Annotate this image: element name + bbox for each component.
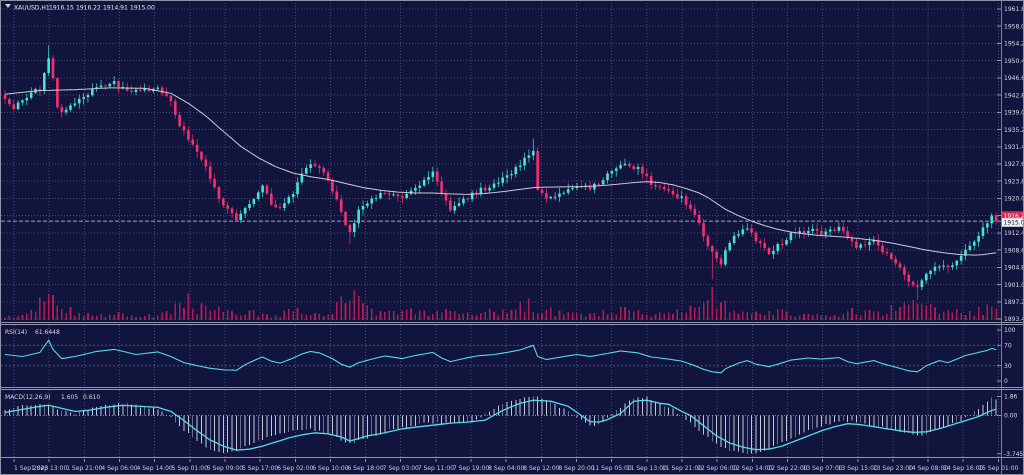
macd-axis-label: 1.86 (1004, 394, 1018, 401)
price-axis-label: 1954.20 (1004, 41, 1024, 48)
price-axis-label: 1923.80 (1004, 178, 1024, 185)
time-label: 5 Sep 17:00 (242, 465, 278, 472)
time-label: 8 Sep 12:00 (523, 465, 559, 472)
rsi-axis-label: 100 (1004, 327, 1016, 334)
price-axis-label: 1942.80 (1004, 92, 1024, 99)
time-label: 1 Sep 21:00 (66, 465, 102, 472)
price-axis-label: 1935.20 (1004, 127, 1024, 134)
time-label: 15 Sep 01:00 (978, 465, 1018, 472)
chart-symbol-period: XAUUSD,H1 (14, 5, 50, 12)
rsi-label: RSI(14) (5, 329, 27, 336)
macd-label: MACD(12,26,9) (5, 394, 51, 401)
time-label: 5 Sep 01:00 (172, 465, 208, 472)
price-axis-label: 1897.20 (1004, 299, 1024, 306)
time-label: 8 Sep 04:00 (488, 465, 524, 472)
price-axis-label: 1958.00 (1004, 23, 1024, 30)
macd-indicator-panel[interactable]: 1.860.00-3.745MACD(12,26,9)1.6050.610 (1, 390, 1024, 457)
price-axis-label: 1946.60 (1004, 75, 1024, 82)
price-axis-label: 1912.40 (1004, 230, 1024, 237)
time-label: 4 Sep 14:00 (137, 465, 173, 472)
chart-menu-triangle-icon[interactable] (5, 4, 11, 8)
time-label: 7 Sep 03:00 (383, 465, 419, 472)
macd-signal-line (5, 400, 996, 450)
time-label: 8 Sep 20:00 (558, 465, 594, 472)
rsi-axis-label: 30 (1004, 363, 1012, 370)
price-axis-label: 1920.00 (1004, 196, 1024, 203)
horizontal-grid-layer: 1961.80 1958.00 1954.20 1950.40 1946.60 1942.… (1, 6, 1024, 323)
macd-axis-label: 0.00 (1004, 413, 1018, 420)
trading-chart-window: 1961.80 1958.00 1954.20 1950.40 1946.60 1942.… (0, 0, 1024, 475)
ohlc-close: 1915.00 (130, 5, 155, 12)
price-axis-label: 1961.80 (1004, 6, 1024, 13)
macd-histogram-layer (5, 396, 996, 454)
ohlc-open: 1916.15 (49, 5, 74, 12)
vertical-grid-layer (14, 325, 998, 387)
price-axis-label: 1927.60 (1004, 161, 1024, 168)
price-tags-layer: 1916.201915.00 (1002, 211, 1024, 227)
time-labels-layer: 1 Sep 20231 Sep 13:001 Sep 21:004 Sep 06… (14, 459, 1019, 472)
candles-layer (4, 45, 998, 300)
price-axis-label: 1939.00 (1004, 110, 1024, 117)
ohlc-high: 1916.22 (76, 5, 101, 12)
time-label: 7 Sep 11:00 (418, 465, 454, 472)
price-axis-label: 1901.00 (1004, 282, 1024, 289)
rsi-axis-label: 0 (1004, 378, 1008, 385)
time-label: 6 Sep 10:00 (312, 465, 348, 472)
svg-text:1915.00: 1915.00 (1004, 220, 1024, 227)
volume-layer (4, 287, 997, 320)
price-axis-label: 1904.80 (1004, 265, 1024, 272)
time-label: 6 Sep 18:00 (347, 465, 383, 472)
price-axis-label: 1908.60 (1004, 247, 1024, 254)
price-axis-label: 1950.40 (1004, 58, 1024, 65)
rsi-value: 61.6448 (35, 329, 60, 336)
macd-value-signal: 0.610 (83, 394, 100, 401)
time-label: 4 Sep 06:00 (101, 465, 137, 472)
macd-value-main: 1.605 (61, 394, 78, 401)
rsi-indicator-panel[interactable]: 100 70 30 0 RSI(14) 61.6448 (1, 325, 1024, 387)
time-label: 7 Sep 19:00 (453, 465, 489, 472)
price-axis-label: 1931.40 (1004, 144, 1024, 151)
vertical-grid-layer (14, 3, 998, 321)
price-scale-divider[interactable] (1001, 1, 1002, 475)
time-label: 6 Sep 02:00 (277, 465, 313, 472)
time-label: 5 Sep 09:00 (207, 465, 243, 472)
time-label: 1 Sep 13:00 (31, 465, 67, 472)
main-price-chart[interactable]: 1961.80 1958.00 1954.20 1950.40 1946.60 1942.… (1, 1, 1024, 323)
time-axis[interactable]: 1 Sep 20231 Sep 13:001 Sep 21:004 Sep 06… (1, 459, 1024, 475)
ohlc-low: 1914.91 (103, 5, 128, 12)
rsi-axis-label: 70 (1004, 343, 1012, 350)
